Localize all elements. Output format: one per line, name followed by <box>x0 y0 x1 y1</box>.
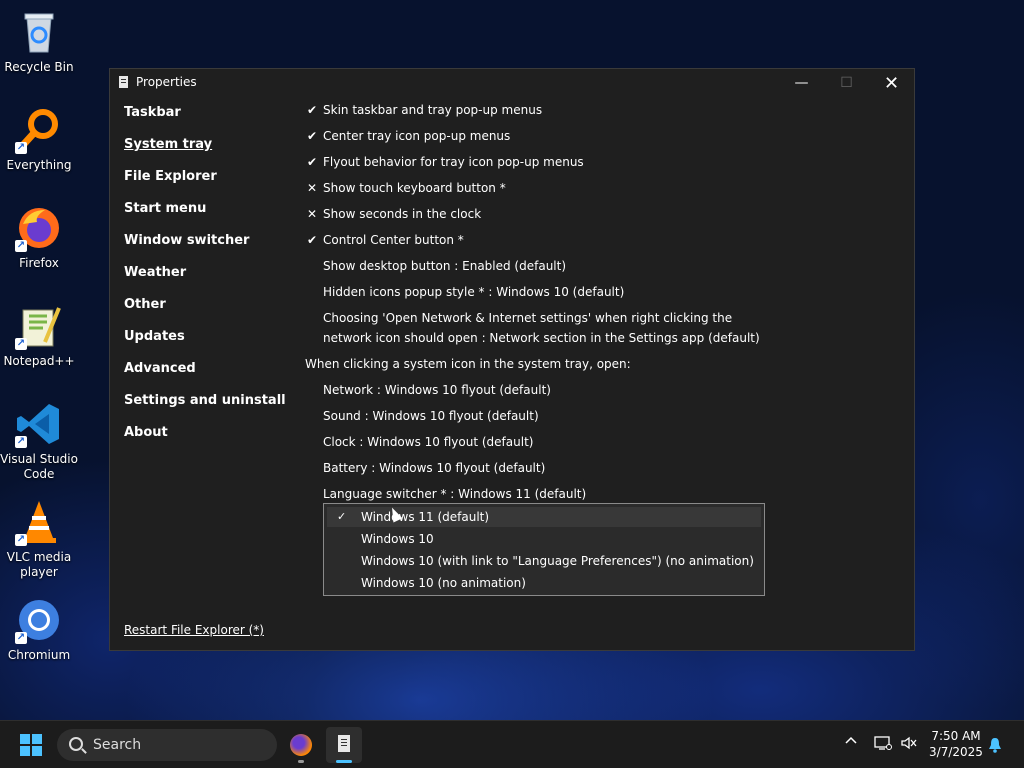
taskbar: Search 7:50 AM 3/7/2025 <box>0 720 1024 768</box>
sidebar-item-weather[interactable]: Weather <box>124 265 186 280</box>
window-title: Properties <box>136 75 197 89</box>
sidebar-item-other[interactable]: Other <box>124 297 166 312</box>
firefox-icon: ↗ <box>15 204 63 252</box>
check-icon: ✔ <box>306 103 318 117</box>
recycle-bin-icon <box>15 8 63 56</box>
taskbar-clock[interactable]: 7:50 AM 3/7/2025 <box>925 728 987 760</box>
desktop-icon-everything[interactable]: ↗ Everything <box>0 106 78 173</box>
option-show-desktop-button[interactable]: Show desktop button : Enabled (default) <box>323 259 566 273</box>
search-icon <box>69 737 83 751</box>
windows-logo-icon <box>20 734 30 744</box>
option-touch-keyboard-button[interactable]: Show touch keyboard button * <box>323 181 506 195</box>
option-flyout-behavior[interactable]: Flyout behavior for tray icon pop-up men… <box>323 155 584 169</box>
windows-logo-icon <box>32 734 42 744</box>
cross-icon: ✕ <box>306 207 318 221</box>
dropdown-item-windows-10[interactable]: Windows 10 <box>327 529 761 549</box>
desktop-icon-label: Everything <box>6 158 72 172</box>
desktop-icon-label: Firefox <box>19 256 59 270</box>
desktop-icon-notepad-plus-plus[interactable]: ↗ Notepad++ <box>0 302 78 369</box>
notepad-plus-plus-icon: ↗ <box>15 302 63 350</box>
active-indicator <box>336 760 352 763</box>
restart-file-explorer-link[interactable]: Restart File Explorer (*) <box>124 623 264 637</box>
dropdown-item-label: Windows 10 <box>361 532 434 546</box>
dropdown-item-windows-10-no-animation[interactable]: Windows 10 (no animation) <box>327 573 761 593</box>
option-skin-taskbar-menus[interactable]: Skin taskbar and tray pop-up menus <box>323 103 542 117</box>
sidebar-item-about[interactable]: About <box>124 425 168 440</box>
windows-logo-icon <box>32 746 42 756</box>
firefox-icon <box>290 734 312 756</box>
sidebar-item-file-explorer[interactable]: File Explorer <box>124 169 217 184</box>
show-hidden-icons-chevron-icon[interactable] <box>845 735 857 751</box>
volume-muted-icon[interactable] <box>900 735 918 755</box>
desktop-icon-label: Chromium <box>7 648 71 662</box>
dropdown-item-windows-10-language-prefs[interactable]: Windows 10 (with link to "Language Prefe… <box>327 551 761 571</box>
windows-logo-icon <box>20 746 30 756</box>
shortcut-arrow-icon: ↗ <box>15 534 27 546</box>
option-center-tray-menus[interactable]: Center tray icon pop-up menus <box>323 129 510 143</box>
sidebar-item-updates[interactable]: Updates <box>124 329 185 344</box>
check-icon: ✓ <box>337 510 347 523</box>
vscode-icon: ↗ <box>15 400 63 448</box>
option-network-settings-line2[interactable]: network icon should open : Network secti… <box>323 331 760 345</box>
option-battery-flyout[interactable]: Battery : Windows 10 flyout (default) <box>323 461 545 475</box>
desktop-icon-label: Recycle Bin <box>4 60 74 74</box>
clock-time: 7:50 AM <box>931 729 981 743</box>
shortcut-arrow-icon: ↗ <box>15 632 27 644</box>
everything-search-icon: ↗ <box>15 106 63 154</box>
start-button[interactable] <box>20 734 42 756</box>
check-icon: ✔ <box>306 233 318 247</box>
option-show-seconds[interactable]: Show seconds in the clock <box>323 207 481 221</box>
network-icon[interactable] <box>874 735 892 755</box>
clock-date: 3/7/2025 <box>929 745 983 759</box>
shortcut-arrow-icon: ↗ <box>15 338 27 350</box>
taskbar-app-firefox[interactable] <box>283 727 319 763</box>
dropdown-item-label: Windows 10 (no animation) <box>361 576 526 590</box>
sidebar-item-taskbar[interactable]: Taskbar <box>124 105 181 120</box>
properties-icon <box>119 76 128 88</box>
shortcut-arrow-icon: ↗ <box>15 240 27 252</box>
desktop-icon-vlc[interactable]: ↗ VLC media player <box>0 498 78 580</box>
taskbar-app-properties[interactable] <box>326 727 362 763</box>
title-bar[interactable]: Properties — ☐ ✕ <box>110 69 914 97</box>
desktop-icon-recycle-bin[interactable]: Recycle Bin <box>0 8 78 75</box>
option-network-settings-line1[interactable]: Choosing 'Open Network & Internet settin… <box>323 311 732 325</box>
desktop-icon-chromium[interactable]: ↗ Chromium <box>0 596 78 663</box>
running-indicator <box>298 760 304 763</box>
option-control-center-button[interactable]: Control Center button * <box>323 233 464 247</box>
cross-icon: ✕ <box>306 181 318 195</box>
option-language-switcher[interactable]: Language switcher * : Windows 11 (defaul… <box>323 487 586 501</box>
sidebar-item-system-tray[interactable]: System tray <box>124 137 212 152</box>
section-header: When clicking a system icon in the syste… <box>305 357 631 371</box>
language-switcher-dropdown: ✓ Windows 11 (default) Windows 10 Window… <box>323 503 765 596</box>
properties-window: Properties — ☐ ✕ Taskbar System tray Fil… <box>109 68 915 651</box>
desktop-icon-label: Visual Studio Code <box>0 452 78 481</box>
check-icon: ✔ <box>306 129 318 143</box>
desktop-icon-firefox[interactable]: ↗ Firefox <box>0 204 78 271</box>
sidebar-item-start-menu[interactable]: Start menu <box>124 201 206 216</box>
sidebar-item-settings-and-uninstall[interactable]: Settings and uninstall <box>124 393 286 408</box>
desktop-icon-label: Notepad++ <box>3 354 75 368</box>
option-hidden-icons-popup-style[interactable]: Hidden icons popup style * : Windows 10 … <box>323 285 624 299</box>
sidebar-item-advanced[interactable]: Advanced <box>124 361 196 376</box>
taskbar-search-box[interactable]: Search <box>57 729 277 761</box>
desktop-icon-vscode[interactable]: ↗ Visual Studio Code <box>0 400 78 482</box>
desktop-icon-label: VLC media player <box>6 550 72 579</box>
vlc-icon: ↗ <box>15 498 63 546</box>
sidebar-item-window-switcher[interactable]: Window switcher <box>124 233 249 248</box>
close-button[interactable]: ✕ <box>869 69 914 97</box>
chromium-icon: ↗ <box>15 596 63 644</box>
shortcut-arrow-icon: ↗ <box>15 142 27 154</box>
option-clock-flyout[interactable]: Clock : Windows 10 flyout (default) <box>323 435 533 449</box>
search-placeholder: Search <box>93 737 142 753</box>
dropdown-item-label: Windows 10 (with link to "Language Prefe… <box>361 554 754 568</box>
minimize-button[interactable]: — <box>779 69 824 97</box>
properties-icon <box>338 735 350 752</box>
shortcut-arrow-icon: ↗ <box>15 436 27 448</box>
maximize-button[interactable]: ☐ <box>824 69 869 97</box>
dropdown-item-label: Windows 11 (default) <box>361 510 490 524</box>
check-icon: ✔ <box>306 155 318 169</box>
option-sound-flyout[interactable]: Sound : Windows 10 flyout (default) <box>323 409 539 423</box>
notification-bell-icon[interactable] <box>988 737 1002 753</box>
option-network-flyout[interactable]: Network : Windows 10 flyout (default) <box>323 383 551 397</box>
